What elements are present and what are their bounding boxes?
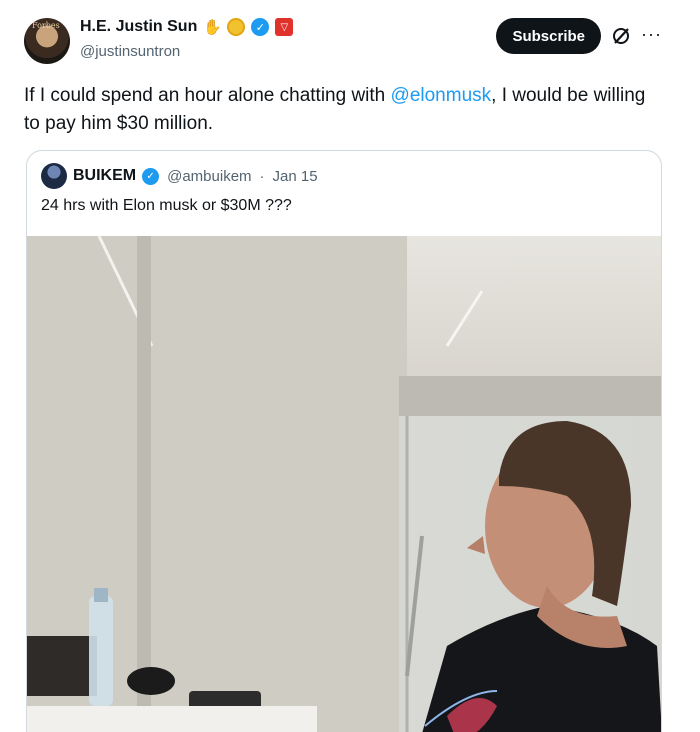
gold-coin-badge-icon [227, 18, 246, 36]
avatar[interactable]: Forbes [24, 18, 70, 64]
quoted-tweet[interactable]: BUIKEM ✓ @ambuikem · Jan 15 24 hrs with … [26, 150, 662, 732]
quoted-tweet-header: BUIKEM ✓ @ambuikem · Jan 15 [41, 163, 318, 189]
quoted-date[interactable]: Jan 15 [273, 168, 318, 185]
grok-icon[interactable] [611, 26, 631, 46]
name-row: H.E. Justin Sun ✋ ✓ ▽ [80, 18, 294, 36]
verified-badge-icon: ✓ [251, 18, 270, 36]
subscribe-button[interactable]: Subscribe [496, 18, 601, 54]
handle[interactable]: @justinsuntron [80, 43, 180, 60]
quoted-verified-badge-icon: ✓ [142, 167, 160, 185]
quoted-display-name[interactable]: BUIKEM [73, 167, 136, 185]
avatar-tag: Forbes [32, 21, 60, 30]
more-options-icon[interactable]: ··· [641, 24, 662, 45]
tweet-header: Forbes H.E. Justin Sun ✋ ✓ ▽ @justinsunt… [24, 16, 676, 66]
quoted-avatar[interactable] [41, 163, 67, 189]
tron-badge-icon: ▽ [275, 18, 294, 36]
quoted-separator: · [259, 167, 265, 185]
quoted-tweet-text: 24 hrs with Elon musk or $30M ??? [41, 197, 292, 214]
tweet-text: If I could spend an hour alone chatting … [24, 82, 664, 138]
emoji-badge-icon: ✋ [203, 19, 222, 36]
tweet-text-start: If I could spend an hour alone chatting … [24, 85, 391, 106]
quoted-photo[interactable] [27, 236, 662, 732]
display-name[interactable]: H.E. Justin Sun [80, 18, 197, 36]
quoted-handle[interactable]: @ambuikem [167, 168, 251, 185]
mention-link[interactable]: @elonmusk [391, 85, 492, 106]
